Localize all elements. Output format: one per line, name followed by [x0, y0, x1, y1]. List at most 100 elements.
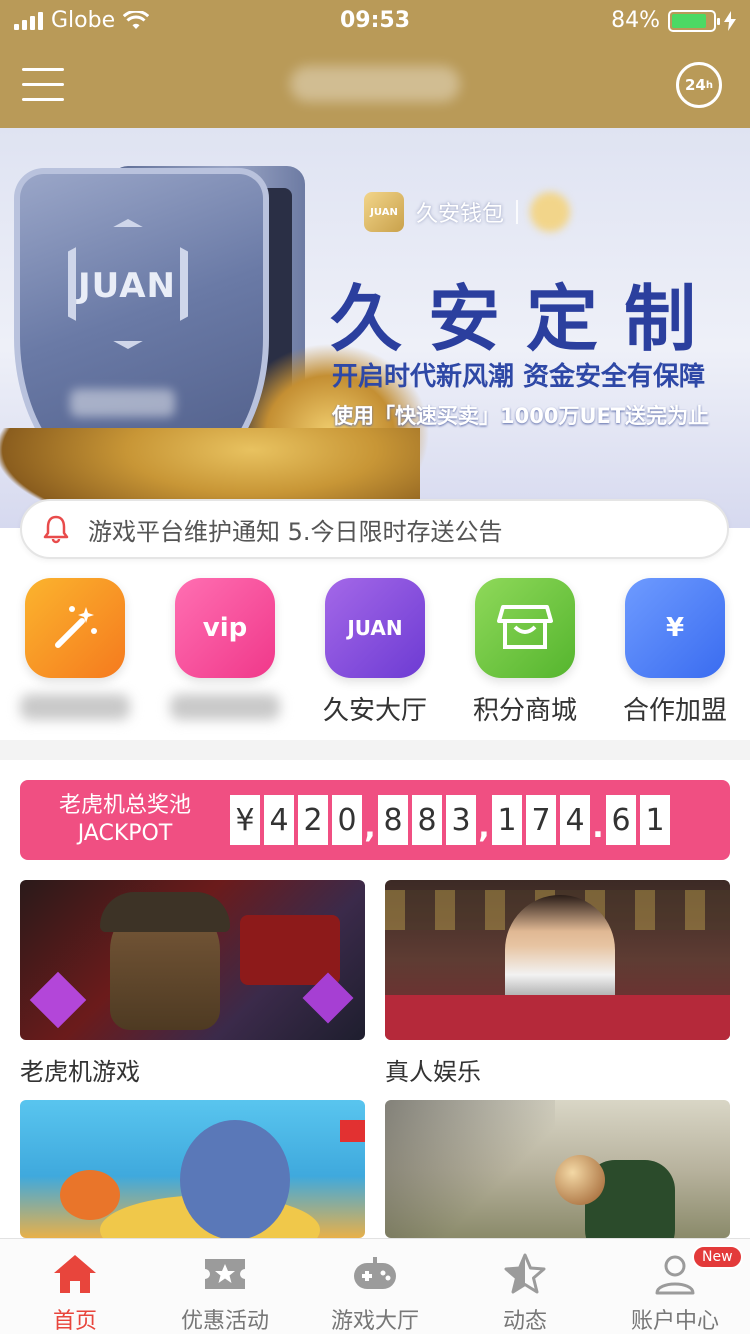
home-icon — [54, 1255, 96, 1293]
tab-home[interactable]: 首页 — [0, 1239, 150, 1334]
gamepad-icon — [354, 1257, 396, 1289]
top-header: 24 h — [0, 40, 750, 128]
support-24h-button[interactable]: 24 h — [676, 62, 722, 108]
bell-icon — [43, 515, 69, 544]
quick-item-partner[interactable]: ¥ 合作加盟 — [600, 578, 750, 728]
brand-logo-icon: JUAN — [364, 192, 404, 232]
player-legs — [385, 1100, 555, 1238]
jackpot-separator: . — [592, 810, 604, 845]
header-title-blurred — [290, 66, 460, 102]
game-card-slots[interactable]: 老虎机游戏 — [20, 880, 365, 1087]
tab-label: 游戏大厅 — [330, 1309, 419, 1334]
tab-account[interactable]: New 账户中心 — [600, 1239, 750, 1334]
battery-icon — [668, 9, 720, 32]
brand-name: 久安钱包 — [416, 202, 505, 227]
football — [555, 1155, 605, 1205]
jackpot-digit: 3 — [446, 795, 476, 845]
game-card-sports[interactable] — [385, 1100, 730, 1238]
quick-item-promo[interactable] — [0, 578, 150, 728]
magic-wand-icon — [25, 578, 125, 678]
quick-label-blurred — [20, 694, 130, 720]
bottom-tab-bar: 首页 优惠活动 游戏大厅 动态 New 账户中心 — [0, 1238, 750, 1334]
new-badge: New — [692, 1245, 743, 1269]
quick-nav: vip JUAN 久安大厅 积分商城 ¥ 合作加盟 — [0, 578, 750, 738]
app-screen: Globe 09:53 84% 24 h JUAN JUAN 久安钱包 久安定制… — [0, 0, 750, 1334]
support-label: 24 — [685, 76, 706, 94]
jackpot-digit: ¥ — [230, 795, 260, 845]
promo-banner[interactable]: JUAN JUAN 久安钱包 久安定制 开启时代新风潮 资金安全有保障 使用「快… — [0, 128, 750, 528]
status-right: 84% — [611, 8, 736, 33]
user-icon — [655, 1255, 695, 1295]
jackpot-separator: , — [364, 810, 376, 845]
support-label-sup: h — [705, 79, 713, 91]
jackpot-digit: 1 — [640, 795, 670, 845]
banner-brand: JUAN 久安钱包 — [364, 192, 571, 232]
tab-label: 首页 — [52, 1309, 97, 1334]
money-bag-text: ¥ — [665, 613, 685, 643]
tab-label: 动态 — [502, 1309, 547, 1334]
casino-table — [385, 995, 730, 1040]
ticket-star-icon — [205, 1259, 245, 1289]
jackpot-digit: 4 — [560, 795, 590, 845]
quick-item-juan-hall[interactable]: JUAN 久安大厅 — [300, 578, 450, 728]
banner-subtitle: 开启时代新风潮 资金安全有保障 — [332, 362, 706, 392]
store-icon — [475, 578, 575, 678]
live-dealer-image — [385, 880, 730, 1040]
jackpot-label: 老虎机总奖池 JACKPOT — [20, 792, 230, 848]
money-bag-icon: ¥ — [625, 578, 725, 678]
banner-title: 久安定制 — [330, 277, 723, 361]
jackpot-digit: 1 — [492, 795, 522, 845]
game-card-live[interactable]: 真人娱乐 — [385, 880, 730, 1087]
game-label: 真人娱乐 — [385, 1058, 481, 1086]
jackpot-digit: 6 — [606, 795, 636, 845]
game-label: 老虎机游戏 — [20, 1058, 140, 1086]
jackpot-amount: ¥4 2 0, 8 8 3, 1 7 4. 6 1 — [230, 795, 670, 845]
jackpot-digit: 7 — [526, 795, 556, 845]
juan-icon-text: JUAN — [347, 616, 403, 640]
jackpot-label-cn: 老虎机总奖池 — [58, 793, 191, 818]
quick-item-points-mall[interactable]: 积分商城 — [450, 578, 600, 728]
tab-news[interactable]: 动态 — [450, 1239, 600, 1334]
jackpot-separator: , — [478, 810, 490, 845]
gem-left — [29, 971, 87, 1029]
tab-game-hall[interactable]: 游戏大厅 — [300, 1239, 450, 1334]
shark-character — [180, 1120, 290, 1238]
tab-promotions[interactable]: 优惠活动 — [150, 1239, 300, 1334]
football-image — [385, 1100, 730, 1238]
miner-hat — [100, 892, 230, 932]
shield-logo-text: JUAN — [78, 266, 176, 306]
section-divider — [0, 740, 750, 760]
banner-note: 使用「快速买卖」1000万UET送完为止 — [332, 404, 710, 428]
fish-character — [60, 1170, 120, 1220]
jackpot-digit: 8 — [412, 795, 442, 845]
jackpot-digit: 4 — [264, 795, 294, 845]
game-card-fishing[interactable] — [20, 1100, 365, 1238]
quick-item-vip[interactable]: vip — [150, 578, 300, 728]
jackpot-digit: 2 — [298, 795, 328, 845]
quick-label: 合作加盟 — [622, 696, 727, 726]
jackpot-digit: 8 — [378, 795, 408, 845]
juan-logo-icon: JUAN — [325, 578, 425, 678]
fishing-game-image — [20, 1100, 365, 1238]
notice-marquee-text: 游戏平台维护通知 5.今日限时存送公告 — [88, 517, 503, 546]
jackpot-label-en: JACKPOT — [77, 821, 173, 846]
battery-percent: 84% — [611, 8, 660, 33]
notice-bar[interactable]: 游戏平台维护通知 5.今日限时存送公告 — [20, 499, 729, 559]
menu-button[interactable] — [22, 68, 66, 102]
status-bar: Globe 09:53 84% — [0, 0, 750, 40]
shield-blurred-text — [70, 389, 175, 417]
vip-icon-text: vip — [202, 613, 248, 643]
brand-divider — [516, 200, 519, 224]
quick-label: 久安大厅 — [322, 696, 427, 726]
quick-label: 积分商城 — [472, 696, 577, 726]
jackpot-digit: 0 — [332, 795, 362, 845]
quick-label-blurred — [170, 694, 280, 720]
slot-machine-image — [20, 880, 365, 1040]
tab-label: 账户中心 — [630, 1309, 719, 1334]
tab-label: 优惠活动 — [180, 1309, 269, 1334]
star-icon — [504, 1253, 546, 1294]
red-envelope — [340, 1120, 365, 1142]
partner-logo-blurred — [530, 192, 571, 232]
vip-crown-icon: vip — [175, 578, 275, 678]
charging-icon — [724, 10, 736, 31]
